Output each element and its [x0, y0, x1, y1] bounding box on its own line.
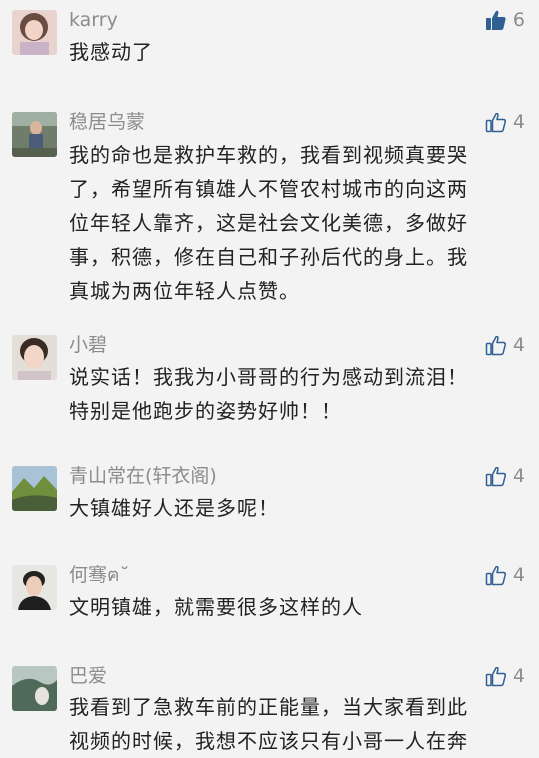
avatar[interactable]: [12, 10, 57, 55]
like-button[interactable]: 4: [485, 110, 525, 134]
like-button[interactable]: 4: [485, 464, 525, 488]
comment-author[interactable]: 稳居乌蒙: [69, 110, 145, 134]
comment-text: 我的命也是救护车救的，我看到视频真要哭 了，希望所有镇雄人不管农村城市的向这两 …: [69, 143, 468, 303]
comment-author[interactable]: 小碧: [69, 333, 107, 357]
comment-text: 文明镇雄，就需要很多这样的人: [69, 595, 363, 619]
like-count: 4: [512, 465, 525, 487]
comment-author[interactable]: 巴爱: [69, 664, 107, 688]
like-count: 4: [512, 334, 525, 356]
like-count: 4: [512, 111, 525, 133]
thumbs-up-outline-icon: [485, 335, 506, 356]
comment-text: 我感动了: [69, 40, 153, 64]
like-button[interactable]: 4: [485, 333, 525, 357]
like-button[interactable]: 4: [485, 563, 525, 587]
comment-text: 我看到了急救车前的正能量，当大家看到此 视频的时候，我想不应该只有小哥一人在奔: [69, 695, 468, 753]
avatar[interactable]: [12, 666, 57, 711]
comment-author[interactable]: 青山常在(轩衣阁): [69, 464, 217, 488]
like-button[interactable]: 6: [485, 8, 525, 32]
comment-author[interactable]: karry: [69, 8, 118, 32]
avatar[interactable]: [12, 112, 57, 157]
avatar[interactable]: [12, 565, 57, 610]
like-count: 6: [512, 9, 525, 31]
thumbs-up-outline-icon: [485, 565, 506, 586]
thumbs-up-outline-icon: [485, 112, 506, 133]
thumbs-up-outline-icon: [485, 666, 506, 687]
avatar[interactable]: [12, 466, 57, 511]
like-count: 4: [512, 564, 525, 586]
like-button[interactable]: 4: [485, 664, 525, 688]
comment-author[interactable]: 何骞ฅ˘: [69, 563, 129, 587]
thumbs-up-outline-icon: [485, 466, 506, 487]
comment-text: 大镇雄好人还是多呢！: [69, 496, 279, 520]
avatar[interactable]: [12, 335, 57, 380]
like-count: 4: [512, 665, 525, 687]
comment-text: 说实话！我我为小哥哥的行为感动到流泪！ 特别是他跑步的姿势好帅！！: [69, 365, 468, 423]
thumbs-up-filled-icon: [485, 10, 506, 30]
